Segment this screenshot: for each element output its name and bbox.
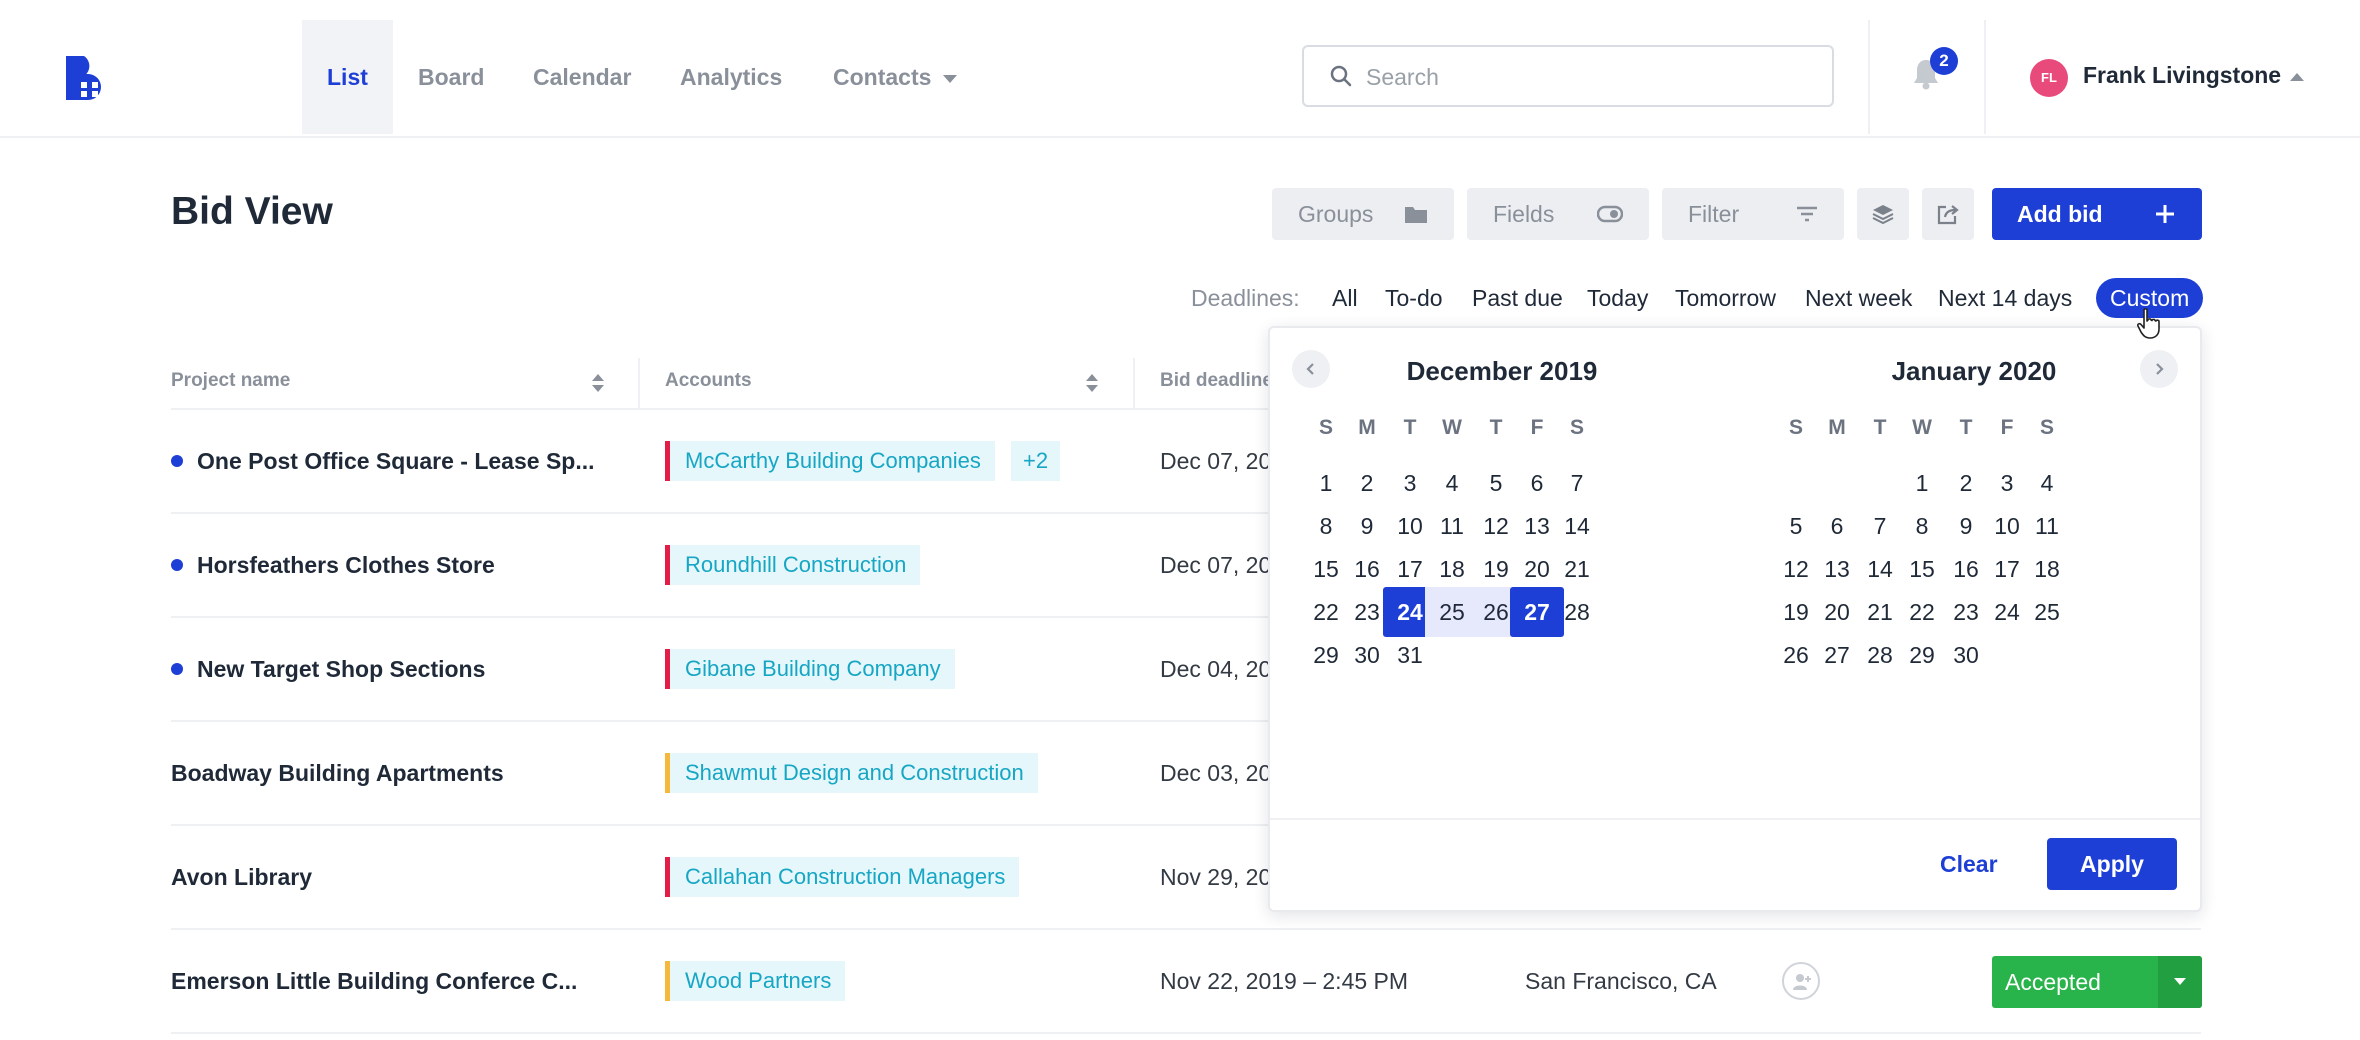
account-tag[interactable]: Shawmut Design and Construction (665, 753, 1038, 793)
status-dropdown-toggle[interactable] (2158, 956, 2202, 1008)
groups-label: Groups (1298, 201, 1374, 227)
calendar-day[interactable]: 25 (2020, 587, 2074, 637)
divider (1133, 358, 1135, 408)
add-user-icon (1793, 974, 1811, 990)
project-name[interactable]: Avon Library (171, 864, 312, 891)
nav-tab-contacts[interactable]: Contacts (808, 20, 982, 134)
chevron-down-icon (943, 74, 958, 83)
bid-deadline: Nov 29, 20 (1160, 864, 1272, 890)
filter-button[interactable]: Filter (1662, 188, 1844, 240)
share-export-icon (1937, 205, 1959, 225)
chevron-right-icon (2156, 363, 2164, 375)
deadline-filter-tomorrow[interactable]: Tomorrow (1675, 285, 1776, 312)
calendar-day[interactable]: 31 (1383, 630, 1437, 680)
status-label: Accepted (2005, 969, 2101, 995)
unread-dot (171, 455, 183, 467)
divider (171, 1032, 2201, 1034)
user-name[interactable]: Frank Livingstone (2083, 62, 2281, 89)
unread-dot (171, 663, 183, 675)
weekday-header: S (1569, 416, 1584, 439)
deadline-filter-today[interactable]: Today (1587, 285, 1648, 312)
folder-icon (1405, 207, 1427, 223)
column-header-bid-deadline[interactable]: Bid deadline (1160, 370, 1273, 392)
account-tag[interactable]: Roundhill Construction (665, 545, 921, 585)
filter-label: Filter (1688, 201, 1740, 227)
deadline-filter-past-due[interactable]: Past due (1472, 285, 1563, 312)
account-tag[interactable]: Gibane Building Company (665, 649, 955, 689)
export-button[interactable] (1922, 188, 1974, 240)
account-tag[interactable]: Wood Partners (665, 961, 846, 1001)
deadline-filter-all[interactable]: All (1332, 285, 1358, 312)
layers-button[interactable] (1857, 188, 1909, 240)
deadline-filter-next-week[interactable]: Next week (1805, 285, 1912, 312)
project-name[interactable]: Emerson Little Building Conferce C... (171, 968, 577, 995)
apply-button[interactable]: Apply (2047, 838, 2177, 890)
assign-user-button[interactable] (1782, 962, 1820, 1000)
notification-badge: 2 (1930, 47, 1958, 75)
divider (1984, 20, 1986, 134)
nav-tab-calendar[interactable]: Calendar (508, 20, 656, 134)
search-icon (1330, 65, 1352, 87)
account-tag[interactable]: Callahan Construction Managers (665, 857, 1020, 897)
month-title: December 2019 (1406, 356, 1598, 386)
project-name[interactable]: Horsfeathers Clothes Store (197, 552, 495, 579)
more-accounts-tag[interactable]: +2 (1011, 441, 1061, 481)
account-tag[interactable]: McCarthy Building Companies (665, 441, 995, 481)
sort-icon[interactable] (1085, 373, 1099, 393)
divider (1270, 818, 2200, 820)
layers-icon (1872, 205, 1894, 225)
calendar-day[interactable]: 30 (1939, 630, 1993, 680)
chevron-down-icon (2174, 978, 2186, 985)
weekday-header: S (2039, 416, 2054, 439)
calendar-day[interactable]: 28 (1550, 587, 1604, 637)
page-title: Bid View (171, 190, 333, 233)
month-title: January 2020 (1891, 356, 2057, 386)
search-input[interactable] (1364, 59, 1808, 95)
deadline-filter-next-14-days[interactable]: Next 14 days (1938, 285, 2072, 312)
divider (171, 928, 2201, 930)
project-name[interactable]: One Post Office Square - Lease Sp... (197, 448, 595, 475)
filter-lines-icon (1797, 206, 1817, 222)
search-box[interactable] (1302, 45, 1834, 107)
sort-icon[interactable] (591, 373, 605, 393)
clear-button[interactable]: Clear (1940, 851, 1998, 878)
deadlines-label: Deadlines: (1191, 285, 1300, 311)
column-header-accounts[interactable]: Accounts (665, 370, 752, 392)
plus-icon (2156, 205, 2174, 223)
project-name[interactable]: New Target Shop Sections (197, 656, 485, 683)
bid-deadline: Dec 04, 20 (1160, 656, 1272, 682)
date-range-picker: December 2019 January 2020 SMTWTFS123456… (1268, 326, 2202, 912)
add-bid-label: Add bid (2017, 201, 2103, 227)
deadline-filter-todo[interactable]: To-do (1385, 285, 1443, 312)
unread-dot (171, 559, 183, 571)
column-header-project-name[interactable]: Project name (171, 370, 290, 392)
bid-deadline: Dec 07, 20 (1160, 552, 1272, 578)
bid-deadline: Dec 03, 20 (1160, 760, 1272, 786)
nav-tab-board[interactable]: Board (393, 20, 509, 134)
chevron-left-icon (1306, 363, 1314, 375)
status-dropdown[interactable]: Accepted (1992, 956, 2202, 1008)
toggle-icon (1597, 205, 1623, 223)
chevron-up-icon[interactable] (2290, 73, 2304, 81)
bid-deadline: Nov 22, 2019 – 2:45 PM (1160, 968, 1409, 994)
project-name[interactable]: Boadway Building Apartments (171, 760, 504, 787)
fields-button[interactable]: Fields (1467, 188, 1649, 240)
top-navigation-bar: List Board Calendar Analytics Contacts 2… (0, 0, 2360, 138)
groups-button[interactable]: Groups (1272, 188, 1454, 240)
divider (638, 358, 640, 408)
location: San Francisco, CA (1525, 968, 1717, 994)
nav-tab-list[interactable]: List (302, 20, 393, 134)
app-logo-icon[interactable] (66, 56, 108, 100)
nav-tab-analytics[interactable]: Analytics (655, 20, 807, 134)
add-bid-button[interactable]: Add bid (1992, 188, 2202, 240)
avatar[interactable]: FL (2030, 59, 2068, 97)
bid-deadline: Dec 07, 20 (1160, 448, 1272, 474)
divider (1868, 20, 1870, 134)
fields-label: Fields (1493, 201, 1555, 227)
hand-cursor-icon (2136, 308, 2160, 339)
